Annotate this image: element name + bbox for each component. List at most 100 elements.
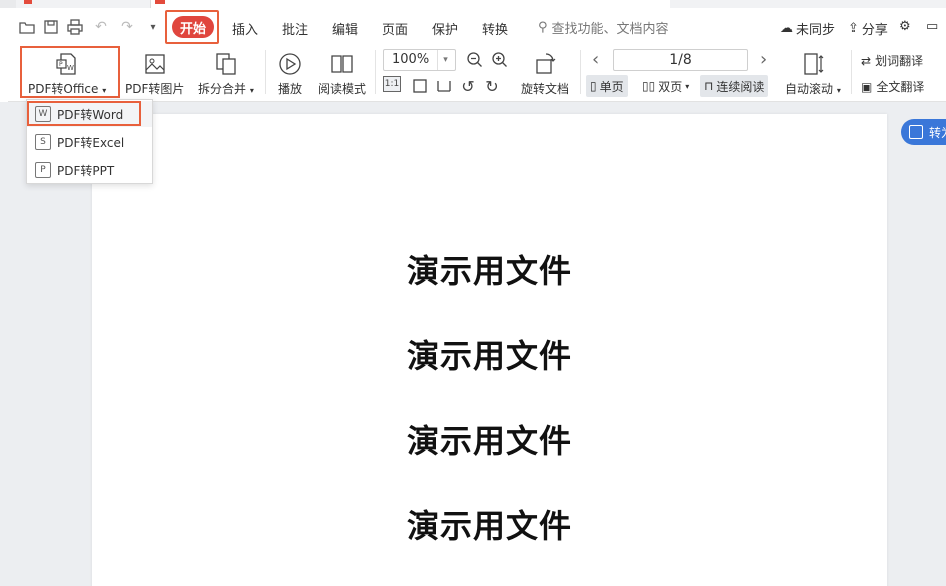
rotate-right-icon[interactable]: ↻ (482, 76, 502, 96)
auto-scroll-label: 自动滚动 (785, 82, 834, 96)
search-placeholder: 查找功能、文档内容 (551, 22, 669, 37)
full-translate-icon: ▣ (861, 79, 873, 94)
menu-item-pdf-to-ppt[interactable]: P PDF转PPT (27, 157, 152, 183)
split-merge-label: 拆分合并 (198, 82, 247, 96)
pdf-to-image-label: PDF转图片 (125, 82, 185, 96)
single-page-icon: ▯ (590, 79, 597, 93)
dropdown-arrow-icon: ▾ (249, 86, 254, 95)
word-translate-label: 划词翻译 (875, 54, 924, 68)
read-mode-button[interactable]: 阅读模式 (318, 50, 366, 97)
tab-pdf-marker (24, 0, 32, 4)
undo-icon[interactable]: ↶ (92, 18, 110, 36)
tab-previous[interactable] (0, 0, 32, 8)
search-box[interactable]: ⚲ 查找功能、文档内容 (538, 18, 669, 37)
menu-item-label: PDF转Excel (57, 135, 125, 150)
menu-insert[interactable]: 插入 (232, 19, 258, 38)
ribbon-left-edge (0, 44, 8, 102)
dropdown-arrow-icon: ▾ (685, 81, 690, 91)
cloud-icon: ☁ (780, 21, 793, 36)
highlight-start-box (165, 10, 219, 44)
double-page-icon: ▯▯ (642, 79, 656, 93)
continuous-read-label: 连续阅读 (716, 79, 765, 94)
ribbon-separator (851, 50, 852, 94)
full-translate-button[interactable]: ▣ 全文翻译 (861, 78, 924, 95)
document-text-line: 演示用文件 (406, 252, 572, 290)
auto-scroll-icon (799, 50, 827, 78)
convert-icon (909, 125, 923, 139)
save-icon[interactable] (42, 18, 60, 36)
share-label: 分享 (861, 23, 888, 38)
full-translate-label: 全文翻译 (876, 80, 925, 94)
menu-item-pdf-to-excel[interactable]: S PDF转Excel (27, 129, 152, 155)
menu-convert[interactable]: 转换 (482, 19, 508, 38)
excel-doc-icon: S (35, 134, 51, 150)
zoom-value: 100% (392, 52, 430, 67)
convert-float-button[interactable]: 转为 (901, 119, 946, 145)
document-text-line: 演示用文件 (406, 422, 572, 460)
print-icon[interactable] (66, 18, 84, 36)
continuous-read-button[interactable]: ⊓ 连续阅读 (700, 75, 769, 97)
zoom-out-icon[interactable] (465, 50, 485, 70)
word-translate-button[interactable]: ⇄ 划词翻译 (861, 52, 923, 69)
ribbon-separator (580, 50, 581, 94)
fit-width-icon[interactable] (434, 76, 454, 96)
menu-item-label: PDF转PPT (57, 163, 115, 178)
continuous-read-icon: ⊓ (704, 79, 714, 93)
sync-label: 未同步 (796, 23, 836, 38)
comment-icon[interactable]: ▭ (926, 19, 938, 34)
rotate-document-button[interactable]: 旋转文档 (521, 50, 569, 97)
actual-size-icon[interactable]: 1:1 (383, 76, 401, 92)
auto-scroll-button[interactable]: 自动滚动 ▾ (785, 50, 841, 97)
single-page-button[interactable]: ▯ 单页 (586, 75, 628, 97)
zoom-select[interactable]: 100% ▾ (383, 49, 456, 71)
book-icon (328, 50, 356, 78)
open-folder-icon[interactable] (18, 18, 36, 36)
menu-page[interactable]: 页面 (382, 19, 408, 38)
single-page-label: 单页 (599, 79, 624, 94)
pdf-to-image-button[interactable]: PDF转图片 (125, 50, 184, 97)
document-page: 演示用文件 演示用文件 演示用文件 演示用文件 (92, 114, 887, 586)
share-button[interactable]: ⇪ 分享 (848, 19, 888, 38)
document-tab-strip (0, 0, 946, 8)
search-icon: ⚲ (538, 20, 548, 35)
play-button[interactable]: 播放 (276, 50, 304, 97)
page-indicator[interactable]: 1/8 (613, 49, 748, 71)
zoom-in-icon[interactable] (490, 50, 510, 70)
tab-pdf-marker (155, 0, 165, 4)
play-label: 播放 (277, 82, 302, 96)
sync-status[interactable]: ☁ 未同步 (780, 19, 835, 38)
redo-icon[interactable]: ↷ (118, 18, 136, 36)
menu-bar: ↶ ↷ ▾ 开始 插入 批注 编辑 页面 保护 转换 ⚲ 查找功能、文档内容 ☁… (0, 8, 946, 44)
double-page-button[interactable]: ▯▯ 双页 ▾ (638, 75, 693, 97)
menu-protect[interactable]: 保护 (432, 19, 458, 38)
highlight-pdf-to-office (20, 46, 120, 98)
split-merge-icon (212, 50, 240, 78)
ribbon-separator (375, 50, 376, 94)
tab-current[interactable] (150, 0, 670, 8)
next-page-icon[interactable]: › (760, 49, 767, 70)
read-mode-label: 阅读模式 (318, 82, 367, 96)
menu-edit[interactable]: 编辑 (332, 19, 358, 38)
rotate-document-icon (531, 50, 559, 78)
split-merge-button[interactable]: 拆分合并 ▾ (198, 50, 254, 97)
convert-float-label: 转为 (929, 125, 946, 140)
image-icon (141, 50, 169, 78)
menu-annotate[interactable]: 批注 (282, 19, 308, 38)
chevron-down-icon: ▾ (437, 50, 453, 70)
fit-page-icon[interactable] (410, 76, 430, 96)
translate-icon: ⇄ (861, 53, 872, 68)
ppt-doc-icon: P (35, 162, 51, 178)
play-icon (276, 50, 304, 78)
quick-access-dropdown-icon[interactable]: ▾ (144, 18, 162, 36)
dropdown-arrow-icon: ▾ (836, 86, 841, 95)
document-text-line: 演示用文件 (406, 507, 572, 545)
previous-page-icon[interactable]: ‹ (592, 49, 599, 70)
rotate-document-label: 旋转文档 (521, 82, 570, 96)
ribbon-separator (265, 50, 266, 94)
double-page-label: 双页 (658, 79, 683, 94)
document-text-line: 演示用文件 (406, 337, 572, 375)
highlight-pdf-to-word (27, 101, 141, 126)
share-icon: ⇪ (848, 21, 859, 36)
rotate-left-icon[interactable]: ↺ (458, 76, 478, 96)
settings-icon[interactable]: ⚙ (899, 19, 911, 34)
